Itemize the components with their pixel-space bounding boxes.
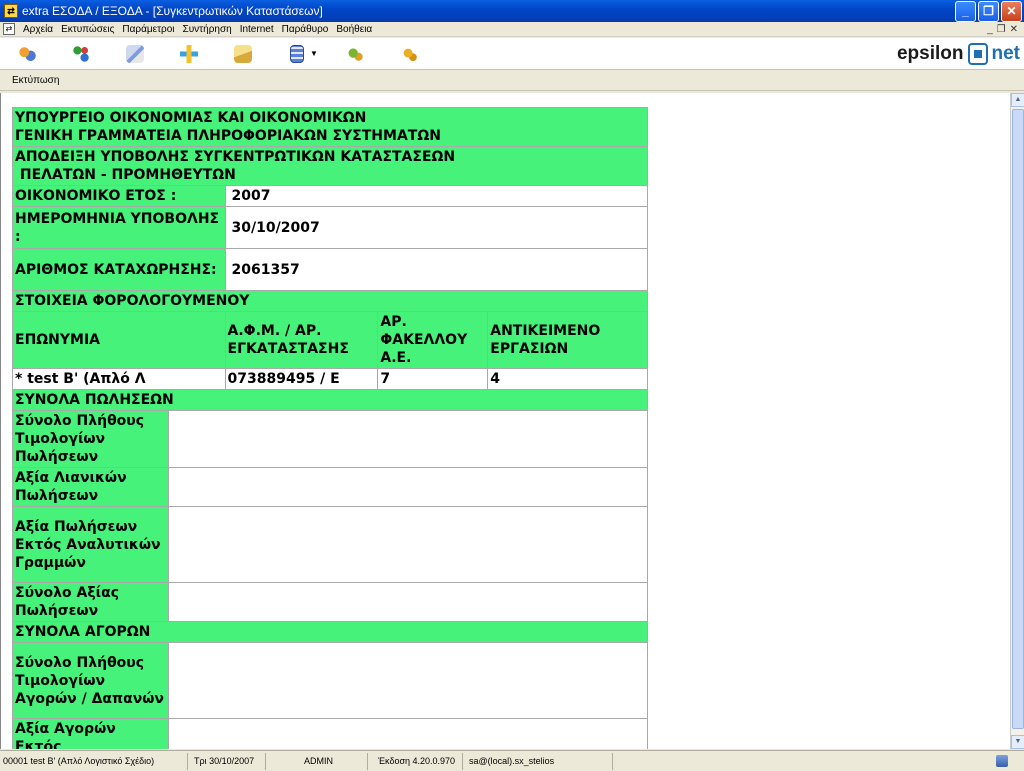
calculator-icon bbox=[290, 44, 304, 63]
toolbar-book-button[interactable] bbox=[216, 40, 270, 68]
menu-bar: ⇄ Αρχεία Εκτυπώσεις Παράμετροι Συντήρηση… bbox=[0, 22, 1024, 37]
submission-date-label: ΗΜΕΡΟΜΗΝΙΑ ΥΠΟΒΟΛΗΣ : bbox=[12, 206, 226, 249]
scroll-up-icon[interactable]: ▲ bbox=[1011, 93, 1024, 107]
column-header-name: ΕΠΩΝΥΜΙΑ bbox=[12, 311, 226, 369]
gears-icon bbox=[345, 44, 364, 63]
taxpayer-name-cell: * test B' (Απλό Λ bbox=[12, 368, 226, 390]
status-connection: sa@(local).sx_stelios bbox=[463, 752, 613, 770]
purchases-section-header: ΣΥΝΟΛΑ ΑΓΟΡΩΝ bbox=[12, 621, 648, 643]
network-icon bbox=[72, 44, 90, 63]
child-close-button[interactable]: ✕ bbox=[1010, 24, 1018, 35]
document-icon[interactable]: ⇄ bbox=[3, 23, 15, 35]
purchase-invoices-count-label: Σύνολο Πλήθους Τιμολογίων Αγορών / Δαπαν… bbox=[12, 642, 169, 719]
status-version: Έκδοση 4.20.0.970 bbox=[368, 752, 463, 770]
epsilon-net-logo: epsilon net bbox=[896, 42, 1020, 65]
close-button[interactable]: ✕ bbox=[1001, 0, 1022, 22]
sales-outside-lines-value bbox=[167, 506, 649, 583]
toolbar-settings-button[interactable] bbox=[328, 40, 382, 68]
calculator-dropdown-icon[interactable]: ▼ bbox=[310, 49, 318, 58]
taxpayer-object-cell: 4 bbox=[487, 368, 648, 390]
retail-sales-label: Αξία Λιανικών Πωλήσεων bbox=[12, 467, 169, 507]
taxpayer-section-header: ΣΤΟΙΧΕΙΑ ΦΟΡΟΛΟΓΟΥΜΕΝΟΥ bbox=[12, 290, 648, 312]
menu-internet[interactable]: Internet bbox=[236, 24, 278, 35]
sales-outside-lines-label: Αξία Πωλήσεων Εκτός Αναλυτικών Γραμμών bbox=[12, 506, 169, 583]
purchase-invoices-count-value bbox=[167, 642, 649, 719]
total-sales-label: Σύνολο Αξίας Πωλήσεων bbox=[12, 582, 169, 622]
menu-files[interactable]: Αρχεία bbox=[19, 24, 57, 35]
menu-help[interactable]: Βοήθεια bbox=[332, 24, 376, 35]
taxpayer-afm-cell: 073889495 / E bbox=[224, 368, 379, 390]
window-title: extra ΕΣΟΔΑ / ΕΞΟΔΑ - [Συγκεντρωτικών Κα… bbox=[22, 4, 323, 18]
status-date: Τρι 30/10/2007 bbox=[188, 752, 266, 770]
toolbar-config-button[interactable] bbox=[382, 40, 436, 68]
receipt-title: ΑΠΟΔΕΙΞΗ ΥΠΟΒΟΛΗΣ ΣΥΓΚΕΝΤΡΩΤΙΚΩΝ ΚΑΤΑΣΤΑ… bbox=[12, 146, 648, 186]
child-restore-button[interactable]: ❐ bbox=[997, 24, 1006, 35]
book-icon bbox=[234, 44, 252, 63]
maximize-button[interactable]: ❐ bbox=[978, 0, 999, 22]
menu-prints[interactable]: Εκτυπώσεις bbox=[57, 24, 118, 35]
pencil-icon bbox=[180, 44, 198, 63]
vertical-scrollbar[interactable]: ▲ ▼ bbox=[1010, 93, 1024, 749]
submission-date-value: 30/10/2007 bbox=[224, 206, 649, 249]
sales-invoices-count-label: Σύνολο Πλήθους Τιμολογίων Πωλήσεων bbox=[12, 410, 169, 468]
status-company: 00001 test B' (Απλό Λογιστικό Σχέδιο) bbox=[0, 752, 188, 770]
menu-maintenance[interactable]: Συντήρηση bbox=[179, 24, 236, 35]
toolbar-documents-button[interactable] bbox=[108, 40, 162, 68]
fiscal-year-value: 2007 bbox=[224, 185, 649, 207]
sales-invoices-count-value bbox=[167, 410, 649, 468]
logo-square-icon bbox=[967, 42, 988, 65]
network-status-icon bbox=[996, 755, 1008, 767]
scroll-down-icon[interactable]: ▼ bbox=[1011, 735, 1024, 749]
report-view[interactable]: ΥΠΟΥΡΓΕΙΟ ΟΙΚΟΝΟΜΙΑΣ ΚΑΙ ΟΙΚΟΝΟΜΙΚΩΝ ΓΕΝ… bbox=[0, 93, 1010, 749]
minimize-button[interactable]: _ bbox=[955, 0, 976, 22]
menu-parameters[interactable]: Παράμετροι bbox=[118, 24, 178, 35]
ministry-header: ΥΠΟΥΡΓΕΙΟ ΟΙΚΟΝΟΜΙΑΣ ΚΑΙ ΟΙΚΟΝΟΜΙΚΩΝ ΓΕΝ… bbox=[12, 107, 648, 147]
menu-window[interactable]: Παράθυρο bbox=[278, 24, 333, 35]
status-user: ADMIN bbox=[266, 752, 368, 770]
gear-icon bbox=[399, 44, 418, 63]
title-bar: ⇄ extra ΕΣΟΔΑ / ΕΞΟΔΑ - [Συγκεντρωτικών … bbox=[0, 0, 1024, 22]
total-sales-value bbox=[167, 582, 649, 622]
toolbar-network-button[interactable] bbox=[54, 40, 108, 68]
column-header-afm: Α.Φ.Μ. / ΑΡ. ΕΓΚΑΤΑΣΤΑΣΗΣ bbox=[224, 311, 379, 369]
taxpayer-folder-cell: 7 bbox=[377, 368, 489, 390]
fiscal-year-label: ΟΙΚΟΝΟΜΙΚΟ ΕΤΟΣ : bbox=[12, 185, 226, 207]
retail-sales-value bbox=[167, 467, 649, 507]
purchases-outside-label: Αξία Αγορών Εκτός bbox=[12, 718, 169, 749]
status-bar: 00001 test B' (Απλό Λογιστικό Σχέδιο) Τρ… bbox=[0, 750, 1024, 771]
column-header-object: ΑΝΤΙΚΕΙΜΕΝΟ ΕΡΓΑΣΙΩΝ bbox=[487, 311, 648, 369]
child-minimize-button[interactable]: _ bbox=[987, 24, 993, 35]
toolbar-tools-button[interactable] bbox=[162, 40, 216, 68]
toolbar: ▼ epsilon net bbox=[0, 38, 1024, 70]
column-header-folder: ΑΡ. ΦΑΚΕΛΛΟΥ Α.Ε. bbox=[377, 311, 489, 369]
scrollbar-thumb[interactable] bbox=[1012, 109, 1024, 729]
sales-section-header: ΣΥΝΟΛΑ ΠΩΛΗΣΕΩΝ bbox=[12, 389, 648, 411]
toolbar-customers-button[interactable] bbox=[0, 40, 54, 68]
print-button[interactable]: Εκτύπωση bbox=[0, 75, 59, 86]
users-icon bbox=[18, 44, 36, 63]
registration-number-label: ΑΡΙΘΜΟΣ ΚΑΤΑΧΩΡΗΣΗΣ: bbox=[12, 248, 226, 291]
submission-receipt-table: ΥΠΟΥΡΓΕΙΟ ΟΙΚΟΝΟΜΙΑΣ ΚΑΙ ΟΙΚΟΝΟΜΙΚΩΝ ΓΕΝ… bbox=[12, 107, 649, 749]
purchases-outside-value bbox=[167, 718, 649, 749]
app-icon[interactable]: ⇄ bbox=[4, 4, 18, 18]
secondary-toolbar: Εκτύπωση bbox=[0, 71, 1024, 91]
registration-number-value: 2061357 bbox=[224, 248, 649, 291]
documents-icon bbox=[126, 44, 144, 63]
